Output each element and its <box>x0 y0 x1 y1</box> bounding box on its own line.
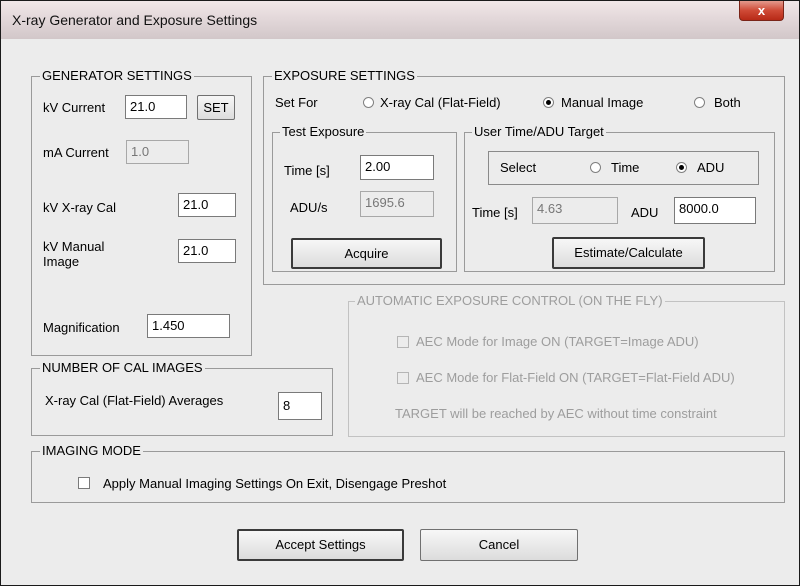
test-exposure-group: Test Exposure Time [s] 2.00 ADU/s 1695.6… <box>272 124 457 272</box>
window-title: X-ray Generator and Exposure Settings <box>12 12 258 28</box>
set-for-label: Set For <box>275 95 318 110</box>
kv-manual-label-line2: Image <box>43 254 80 269</box>
estimate-calculate-button[interactable]: Estimate/Calculate <box>552 237 705 269</box>
target-adu-field[interactable]: 8000.0 <box>674 197 756 224</box>
adu-per-second-field: 1695.6 <box>360 191 434 217</box>
imaging-mode-legend: IMAGING MODE <box>40 443 143 459</box>
set-for-xray-cal-radio[interactable] <box>363 97 374 108</box>
target-time-option-label[interactable]: Time <box>611 160 639 176</box>
exposure-settings-legend: EXPOSURE SETTINGS <box>272 68 417 84</box>
kv-current-field[interactable]: 21.0 <box>125 95 187 119</box>
set-for-manual-image-radio[interactable] <box>543 97 554 108</box>
title-bar[interactable]: X-ray Generator and Exposure Settings x <box>1 1 799 39</box>
acquire-button[interactable]: Acquire <box>291 238 442 269</box>
aec-image-checkbox[interactable] <box>397 336 409 348</box>
kv-xray-cal-label: kV X-ray Cal <box>43 200 116 215</box>
kv-current-label: kV Current <box>43 100 106 115</box>
set-for-both-radio[interactable] <box>694 97 705 108</box>
target-time-field: 4.63 <box>532 197 618 224</box>
kv-manual-label-line1: kV Manual <box>43 239 105 254</box>
dialog-client-area: GENERATOR SETTINGS kV Current 21.0 SET m… <box>12 39 791 577</box>
exposure-settings-group: EXPOSURE SETTINGS Set For X-ray Cal (Fla… <box>263 68 785 285</box>
accept-settings-button[interactable]: Accept Settings <box>237 529 404 561</box>
kv-xray-cal-field[interactable]: 21.0 <box>178 193 236 217</box>
user-target-group: User Time/ADU Target Select Time ADU Tim… <box>464 124 775 272</box>
cal-images-legend: NUMBER OF CAL IMAGES <box>40 360 205 376</box>
cancel-button[interactable]: Cancel <box>420 529 578 561</box>
target-adu-radio[interactable] <box>676 162 687 173</box>
ma-current-label: mA Current <box>43 145 109 160</box>
aec-legend: AUTOMATIC EXPOSURE CONTROL (ON THE FLY) <box>355 293 665 309</box>
generator-settings-legend: GENERATOR SETTINGS <box>40 68 194 84</box>
test-exposure-legend: Test Exposure <box>280 124 367 140</box>
dialog-window: X-ray Generator and Exposure Settings x … <box>0 0 800 586</box>
generator-settings-group: GENERATOR SETTINGS kV Current 21.0 SET m… <box>31 68 252 356</box>
apply-settings-label[interactable]: Apply Manual Imaging Settings On Exit, D… <box>103 476 446 492</box>
kv-manual-image-field[interactable]: 21.0 <box>178 239 236 263</box>
cal-averages-label: X-ray Cal (Flat-Field) Averages <box>45 393 224 408</box>
aec-image-label: AEC Mode for Image ON (TARGET=Image ADU) <box>416 334 699 349</box>
cal-images-group: NUMBER OF CAL IMAGES X-ray Cal (Flat-Fie… <box>31 360 333 436</box>
target-adu-label: ADU <box>631 205 659 220</box>
aec-flat-field-label: AEC Mode for Flat-Field ON (TARGET=Flat-… <box>416 370 735 385</box>
target-select-label: Select <box>500 160 537 175</box>
target-time-label: Time [s] <box>472 205 518 220</box>
target-adu-option-label[interactable]: ADU <box>697 160 724 176</box>
target-time-radio[interactable] <box>590 162 601 173</box>
aec-note: TARGET will be reached by AEC without ti… <box>395 406 717 421</box>
adu-per-second-label: ADU/s <box>290 200 328 215</box>
magnification-field[interactable]: 1.450 <box>147 314 230 338</box>
close-icon: x <box>757 3 766 18</box>
aec-group: AUTOMATIC EXPOSURE CONTROL (ON THE FLY) … <box>348 293 785 437</box>
aec-flat-field-checkbox[interactable] <box>397 372 409 384</box>
magnification-label: Magnification <box>43 320 120 335</box>
test-time-field[interactable]: 2.00 <box>360 155 434 180</box>
target-select-box: Select Time ADU <box>488 151 759 185</box>
set-for-xray-cal-label[interactable]: X-ray Cal (Flat-Field) <box>380 95 501 111</box>
cal-averages-field[interactable]: 8 <box>278 392 322 420</box>
apply-settings-checkbox[interactable] <box>78 477 90 489</box>
test-time-label: Time [s] <box>284 163 330 178</box>
user-target-legend: User Time/ADU Target <box>472 124 606 140</box>
ma-current-field: 1.0 <box>126 140 189 164</box>
set-for-manual-image-label[interactable]: Manual Image <box>561 95 643 111</box>
set-for-both-label[interactable]: Both <box>714 95 741 111</box>
set-kv-button[interactable]: SET <box>197 95 235 120</box>
imaging-mode-group: IMAGING MODE Apply Manual Imaging Settin… <box>31 443 785 503</box>
close-button[interactable]: x <box>739 1 784 21</box>
